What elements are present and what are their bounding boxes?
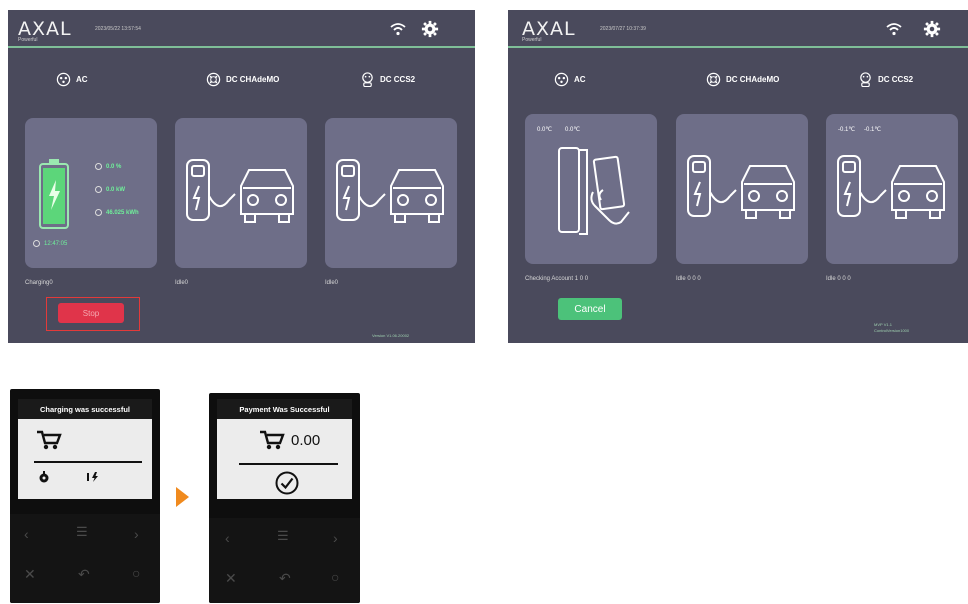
soc-icon [95,163,102,170]
connector-ccs2: DC CCS2 [858,72,913,87]
connector-ccs2: DC CCS2 [360,72,415,87]
ac-plug-icon [554,72,569,87]
status-chademo: Idle 0 0 0 [676,276,701,282]
amount-row: 0.00 [259,429,320,451]
control-version-label: ControlVersion1000 [874,328,910,333]
charging-time: 12:47:05 [33,240,67,247]
metric-soc: 0.0 % [95,163,121,170]
menu-key[interactable]: ☰ [277,528,289,544]
version-label: Version V1.06.20002 [372,333,410,338]
success-check-icon [275,471,299,495]
right-arrow-key[interactable]: › [333,530,338,546]
cancel-key[interactable]: ✕ [24,566,36,583]
temperature-1: 0.0℃ [537,127,553,133]
status-ccs2: Idle 0 0 0 [826,276,851,282]
metric-power: 0.0 kW [95,186,125,193]
chademo-plug-icon [206,72,221,87]
connector-ac: AC [554,72,586,87]
temperature-2: 0.0℃ [565,127,581,133]
gear-icon[interactable] [923,20,941,38]
battery-icon [39,159,69,229]
charger-car-icon [687,155,795,219]
connector-card-chademo[interactable] [676,114,808,264]
datetime: 2023/05/22 13:57:54 [95,26,141,32]
charger-screen-charging: AXAL Powerful 2023/05/22 13:57:54 AC DC … [8,10,475,343]
card-tap-icon [558,147,630,235]
amount-value: 0.00 [291,431,321,449]
gear-icon[interactable] [421,20,439,38]
payment-terminal-success: Payment Was Successful 0.00 ‹ ☰ › ✕ ↶ ○ [209,393,360,603]
datetime: 2023/07/27 10:37:39 [600,26,646,32]
wifi-icon [886,23,902,36]
terminal-title: Payment Was Successful [217,399,352,419]
connector-chademo: DC CHAdeMO [206,72,279,87]
version-label: MVP V1.1 [874,322,892,327]
terminal-keypad: ‹ ☰ › ✕ ↶ ○ [209,518,360,603]
charger-car-icon [186,159,294,223]
payment-terminal-charging: Charging was successful ‹ ☰ › ✕ ↶ ○ [10,389,160,603]
ccs2-plug-icon [362,72,373,87]
confirm-key[interactable]: ○ [132,565,140,581]
connector-chademo: DC CHAdeMO [706,72,779,87]
ac-plug-icon [56,72,71,87]
power-icon [95,186,102,193]
wifi-icon [390,23,406,36]
terminal-title: Charging was successful [18,399,152,419]
connector-ac: AC [56,72,88,87]
divider [34,461,142,463]
header-bar: AXAL Powerful 2023/05/22 13:57:54 [8,10,475,48]
charger-car-icon [837,155,945,219]
left-arrow-key[interactable]: ‹ [225,530,230,546]
cart-icon [37,430,62,450]
clock-icon [33,240,40,247]
back-key[interactable]: ↶ [78,566,90,583]
energy-icon [95,209,102,216]
cancel-key[interactable]: ✕ [225,570,237,587]
terminal-display: Payment Was Successful 0.00 [217,399,352,499]
status-ac: Charging0 [25,280,53,286]
charger-car-icon [336,159,444,223]
confirm-key[interactable]: ○ [331,569,339,585]
status-ac: Checking Account 1 0 0 [525,276,589,282]
connector-card-ccs2[interactable]: -0.1℃ -0.1℃ [826,114,958,264]
metric-energy: 46.025 kWh [95,209,139,216]
connector-card-ccs2[interactable] [325,118,457,268]
status-chademo: Idle0 [175,280,189,286]
charger-screen-checking: AXAL Powerful 2023/07/27 10:37:39 AC DC … [508,10,968,343]
temperature-1: -0.1℃ [838,127,856,133]
temperature-2: -0.1℃ [864,127,882,133]
stop-button[interactable]: Stop [58,303,124,323]
logo-tagline: Powerful [18,37,38,43]
ccs2-plug-icon [860,72,871,87]
menu-key[interactable]: ☰ [76,524,88,540]
terminal-keypad: ‹ ☰ › ✕ ↶ ○ [10,514,160,603]
right-arrow-key[interactable]: › [134,526,139,542]
header-bar: AXAL Powerful 2023/07/27 10:37:39 [508,10,968,48]
flow-arrow-icon [176,487,189,507]
connector-card-ac[interactable]: 0.0℃ 0.0℃ [525,114,657,264]
logo-tagline: Powerful [522,37,542,43]
chademo-plug-icon [706,72,721,87]
status-ccs2: Idle0 [325,280,339,286]
energy-bolt-icon [87,472,98,482]
divider [239,463,338,465]
back-key[interactable]: ↶ [279,570,291,587]
connector-card-chademo[interactable] [175,118,307,268]
left-arrow-key[interactable]: ‹ [24,526,29,542]
terminal-display: Charging was successful [18,399,152,499]
cart-icon [260,430,285,450]
cancel-button[interactable]: Cancel [558,298,622,320]
timer-icon [39,471,49,483]
